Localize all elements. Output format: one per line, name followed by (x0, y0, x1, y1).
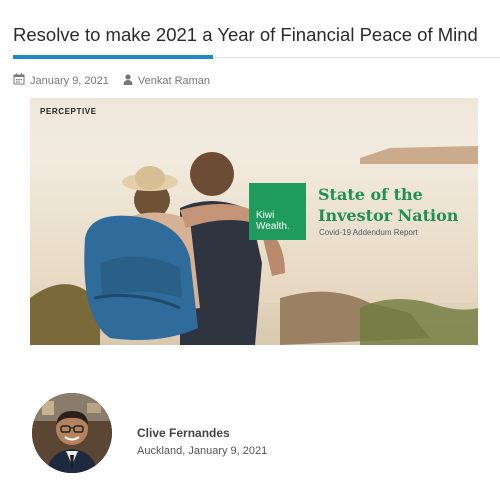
kiwi-logo-line1: Kiwi (256, 210, 275, 221)
title-accent-bar (13, 55, 213, 59)
post-author[interactable]: Venkat Raman (123, 73, 211, 88)
article-title: Resolve to make 2021 a Year of Financial… (13, 24, 478, 45)
featured-image: PERCEPTIVE Kiwi Wealth. State of the Inv… (30, 98, 478, 345)
kiwi-logo-line2: Wealth. (256, 221, 290, 232)
report-title: State of the Investor Nation (318, 184, 458, 226)
user-icon (123, 73, 138, 88)
post-author-text: Venkat Raman (137, 74, 211, 87)
kiwi-wealth-logo: Kiwi Wealth. (249, 183, 306, 240)
post-meta: January 9, 2021 Venkat Raman (13, 73, 224, 88)
perceptive-logo: PERCEPTIVE (40, 107, 97, 116)
calendar-icon (13, 73, 30, 88)
report-title-line2: Investor Nation (318, 206, 459, 225)
report-subtitle: Covid-19 Addendum Report (319, 228, 418, 237)
byline-location-date: Auckland, January 9, 2021 (137, 445, 268, 457)
post-date[interactable]: January 9, 2021 (13, 73, 109, 88)
post-date-text: January 9, 2021 (30, 74, 109, 87)
report-title-line1: State of the (318, 185, 423, 204)
avatar (32, 393, 112, 473)
byline-name[interactable]: Clive Fernandes (137, 426, 230, 440)
